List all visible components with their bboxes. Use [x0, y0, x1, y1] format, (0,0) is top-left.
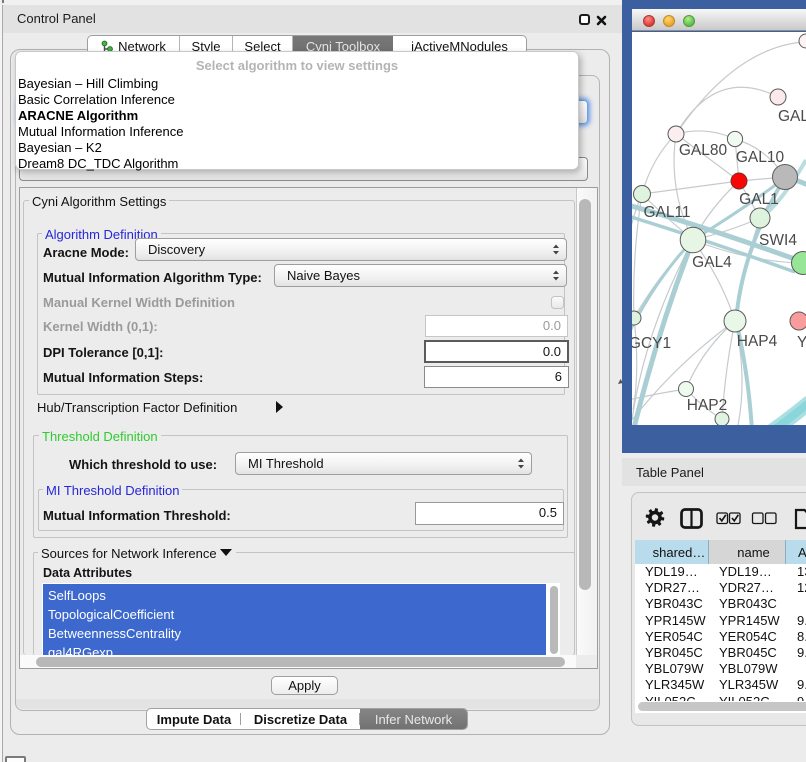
svg-text:GCY1: GCY1	[632, 335, 671, 352]
svg-text:HAP4: HAP4	[737, 333, 778, 350]
svg-text:HAP2: HAP2	[687, 397, 728, 414]
svg-text:GAL1: GAL1	[739, 191, 779, 208]
svg-text:GAL4: GAL4	[692, 254, 732, 271]
svg-text:GAL11: GAL11	[643, 204, 690, 221]
svg-text:Y: Y	[797, 334, 806, 351]
svg-text:SWI4: SWI4	[759, 232, 797, 249]
svg-text:GAL10: GAL10	[736, 149, 785, 166]
svg-text:GAL80: GAL80	[679, 142, 728, 159]
svg-text:GAL: GAL	[778, 108, 806, 125]
